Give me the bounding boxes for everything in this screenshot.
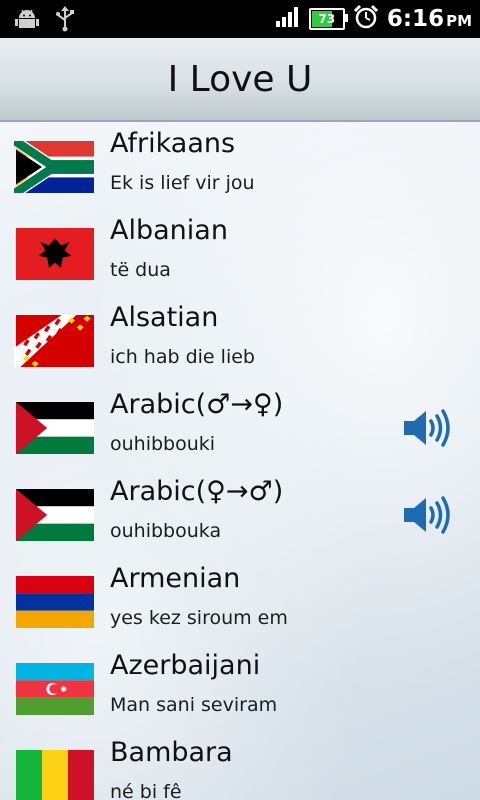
language-row[interactable]: Arabic(♂→♀) ouhibbouki [0,383,480,470]
language-row[interactable]: Afrikaans Ek is lief vir jou [0,122,480,209]
speaker-icon[interactable] [402,494,452,536]
language-phrase: Man sani seviram [110,694,278,716]
language-phrase: Ek is lief vir jou [110,172,255,194]
clock: 6:16 PM [387,6,472,32]
language-phrase: ouhibbouki [110,433,216,455]
usb-icon [54,6,76,36]
mali-flag-icon [14,750,96,800]
battery-level: 73 [318,12,336,26]
language-phrase: yes kez siroum em [110,607,288,629]
language-name: Arabic(♂→♀) [110,389,284,420]
palestine-flag-icon [14,489,96,541]
clock-ampm: PM [446,12,472,30]
language-name: Albanian [110,215,228,246]
alarm-icon [353,4,379,34]
android-debug-icon [14,6,40,36]
language-name: Arabic(♀→♂) [110,476,284,507]
clock-time: 6:16 [386,6,445,32]
language-name: Bambara [110,737,233,768]
app-title: I Love U [167,58,313,100]
speaker-icon[interactable] [402,407,452,449]
language-row[interactable]: Azerbaijani Man sani seviram [0,644,480,731]
language-name: Armenian [110,563,241,594]
language-name: Azerbaijani [110,650,261,681]
alsace-flag-icon [14,315,96,367]
language-row[interactable]: Alsatian ich hab die lieb [0,296,480,383]
language-name: Afrikaans [110,128,236,159]
battery-icon: 73 [308,8,348,30]
title-bar: I Love U [0,38,480,122]
language-row[interactable]: Armenian yes kez siroum em [0,557,480,644]
language-phrase: ouhibbouka [110,520,222,542]
language-row[interactable]: Arabic(♀→♂) ouhibbouka [0,470,480,557]
language-phrase: të dua [110,259,171,281]
language-name: Alsatian [110,302,219,333]
azerbaijan-flag-icon [14,663,96,715]
status-bar: 73 6:16 PM [0,0,480,38]
palestine-flag-icon [14,402,96,454]
language-phrase: ich hab die lieb [110,346,255,368]
albania-flag-icon [14,228,96,280]
language-phrase: né bi fê [110,781,182,800]
language-row[interactable]: Bambara né bi fê [0,731,480,800]
language-list[interactable]: Afrikaans Ek is lief vir jou Albanian të du… [0,122,480,800]
signal-icon [275,6,301,32]
armenia-flag-icon [14,576,96,628]
south-africa-flag-icon [14,141,96,193]
language-row[interactable]: Albanian të dua [0,209,480,296]
